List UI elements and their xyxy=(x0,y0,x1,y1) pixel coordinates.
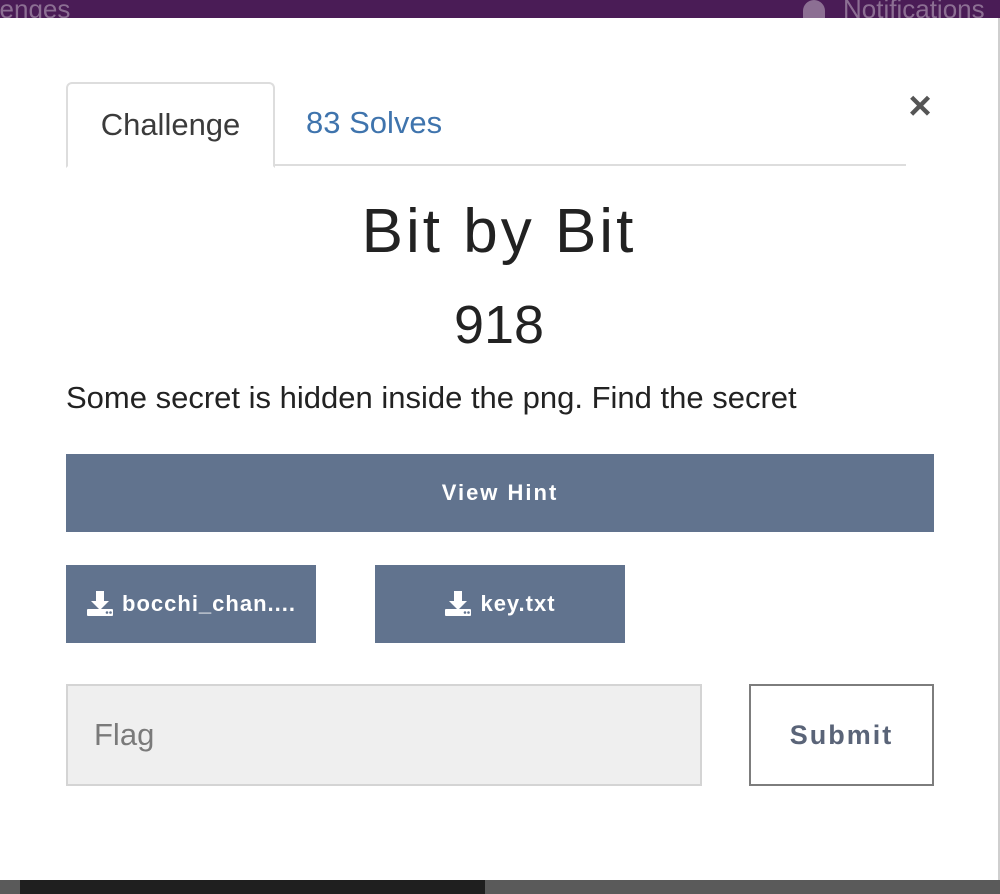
download-file-button[interactable]: key.txt xyxy=(375,565,625,643)
download-icon xyxy=(445,591,472,617)
challenge-modal: Challenge 83 Solves × Bit by Bit 918 Som… xyxy=(0,18,1000,880)
file-label: bocchi_chan.... xyxy=(122,591,296,616)
download-file-button[interactable]: bocchi_chan.... xyxy=(66,565,316,643)
flag-input[interactable] xyxy=(66,684,702,786)
close-icon[interactable]: × xyxy=(900,86,940,126)
tab-challenge[interactable]: Challenge xyxy=(66,82,275,168)
tab-solves[interactable]: 83 Solves xyxy=(306,82,442,164)
download-icon xyxy=(87,591,114,617)
modal-tabs: Challenge 83 Solves xyxy=(66,82,906,168)
challenge-description: Some secret is hidden inside the png. Fi… xyxy=(66,380,797,415)
challenge-title: Bit by Bit xyxy=(361,197,637,266)
view-hint-button[interactable]: View Hint xyxy=(66,454,934,532)
background-page-fragment xyxy=(20,880,485,894)
submit-button[interactable]: Submit xyxy=(749,684,934,786)
bell-icon[interactable] xyxy=(803,0,825,18)
challenge-points: 918 xyxy=(453,295,545,355)
file-label: key.txt xyxy=(480,591,556,616)
